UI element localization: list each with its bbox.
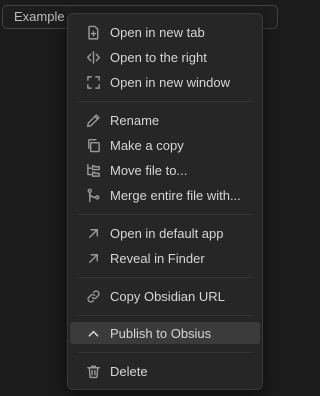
menu-item-label: Reveal in Finder — [110, 250, 205, 266]
folder-tree-icon — [85, 162, 101, 178]
git-merge-icon — [85, 187, 101, 203]
menu-item-make-copy[interactable]: Make a copy — [70, 134, 260, 156]
menu-item-label: Rename — [110, 112, 160, 128]
menu-item-label: Copy Obsidian URL — [110, 288, 225, 304]
arrow-up-right-icon — [85, 250, 101, 266]
menu-item-label: Merge entire file with... — [110, 187, 241, 203]
menu-item-move-file[interactable]: Move file to... — [70, 159, 260, 181]
chevron-up-icon — [85, 325, 101, 341]
menu-item-open-new-window[interactable]: Open in new window — [70, 71, 260, 93]
split-right-icon — [85, 49, 101, 65]
menu-item-label: Publish to Obsius — [110, 325, 212, 341]
menu-divider — [78, 352, 252, 353]
app-window: Example Open in new tab Open to the righ… — [0, 0, 284, 396]
link-icon — [85, 288, 101, 304]
menu-item-label: Open to the right — [110, 49, 207, 65]
file-context-menu: Open in new tab Open to the right Open i… — [67, 13, 263, 390]
menu-item-reveal-finder[interactable]: Reveal in Finder — [70, 247, 260, 269]
menu-item-label: Make a copy — [110, 137, 184, 153]
menu-divider — [78, 101, 252, 102]
menu-item-rename[interactable]: Rename — [70, 109, 260, 131]
menu-item-label: Delete — [110, 363, 148, 379]
arrow-up-right-icon — [85, 225, 101, 241]
menu-divider — [78, 214, 252, 215]
menu-item-copy-obsidian-url[interactable]: Copy Obsidian URL — [70, 285, 260, 307]
file-name-input-value: Example — [14, 9, 65, 24]
pencil-icon — [85, 112, 101, 128]
menu-item-open-default-app[interactable]: Open in default app — [70, 222, 260, 244]
menu-item-open-right[interactable]: Open to the right — [70, 46, 260, 68]
menu-item-label: Move file to... — [110, 162, 188, 178]
menu-item-open-new-tab[interactable]: Open in new tab — [70, 21, 260, 43]
menu-item-merge-file[interactable]: Merge entire file with... — [70, 184, 260, 206]
menu-divider — [78, 315, 252, 316]
open-new-tab-icon — [85, 24, 101, 40]
menu-item-label: Open in new window — [110, 74, 230, 90]
trash-icon — [85, 363, 101, 379]
copy-icon — [85, 137, 101, 153]
menu-item-delete[interactable]: Delete — [70, 360, 260, 382]
menu-item-publish-obsius[interactable]: Publish to Obsius — [70, 322, 260, 344]
menu-item-label: Open in new tab — [110, 24, 205, 40]
menu-divider — [78, 277, 252, 278]
menu-item-label: Open in default app — [110, 225, 224, 241]
new-window-icon — [85, 74, 101, 90]
